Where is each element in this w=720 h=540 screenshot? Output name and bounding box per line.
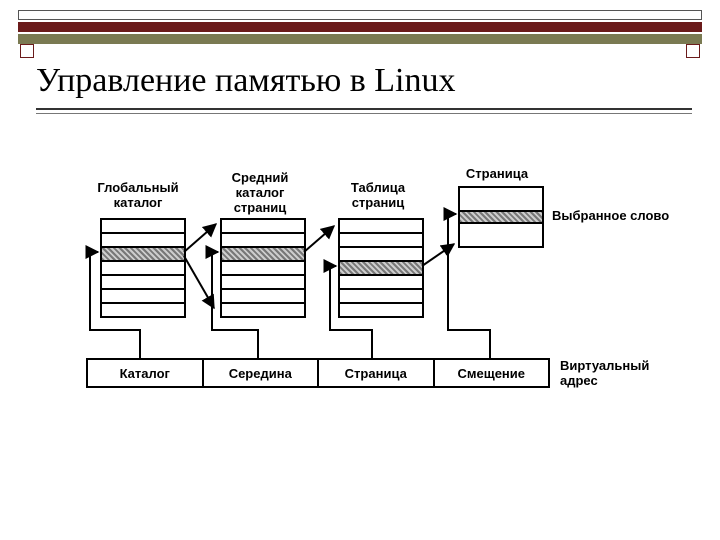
corner-box-left (20, 44, 34, 58)
vaddr-seg-page: Страница (319, 360, 435, 386)
label-global-dir: Глобальный каталог (88, 180, 188, 210)
vaddr-seg-offset: Смещение (435, 360, 549, 386)
table-global-dir (100, 218, 186, 318)
table-middle-dir (220, 218, 306, 318)
slide: Управление памятью в Linux Глобальный ка… (0, 0, 720, 540)
vaddr-seg-middle: Середина (204, 360, 320, 386)
table-page-entry (340, 262, 422, 276)
label-virtual-address: Виртуальный адрес (560, 358, 649, 388)
title-rule-thin (36, 113, 692, 114)
title-rule-thick (36, 108, 692, 110)
stripe-maroon (18, 22, 702, 32)
label-selected-word: Выбранное слово (552, 208, 669, 223)
label-middle-dir: Средний каталог страниц (210, 170, 310, 215)
slide-title: Управление памятью в Linux (36, 62, 456, 100)
label-page: Страница (452, 166, 542, 181)
stripe-olive (18, 34, 702, 44)
virtual-address-bar: Каталог Середина Страница Смещение (86, 358, 550, 388)
label-page-table: Таблица страниц (328, 180, 428, 210)
vaddr-seg-catalog: Каталог (88, 360, 204, 386)
page-box (458, 186, 544, 248)
table-middle-entry (222, 248, 304, 262)
table-page-table (338, 218, 424, 318)
stripe-outline (18, 10, 702, 20)
table-global-entry (102, 248, 184, 262)
selected-word-band (460, 210, 542, 224)
corner-box-right (686, 44, 700, 58)
